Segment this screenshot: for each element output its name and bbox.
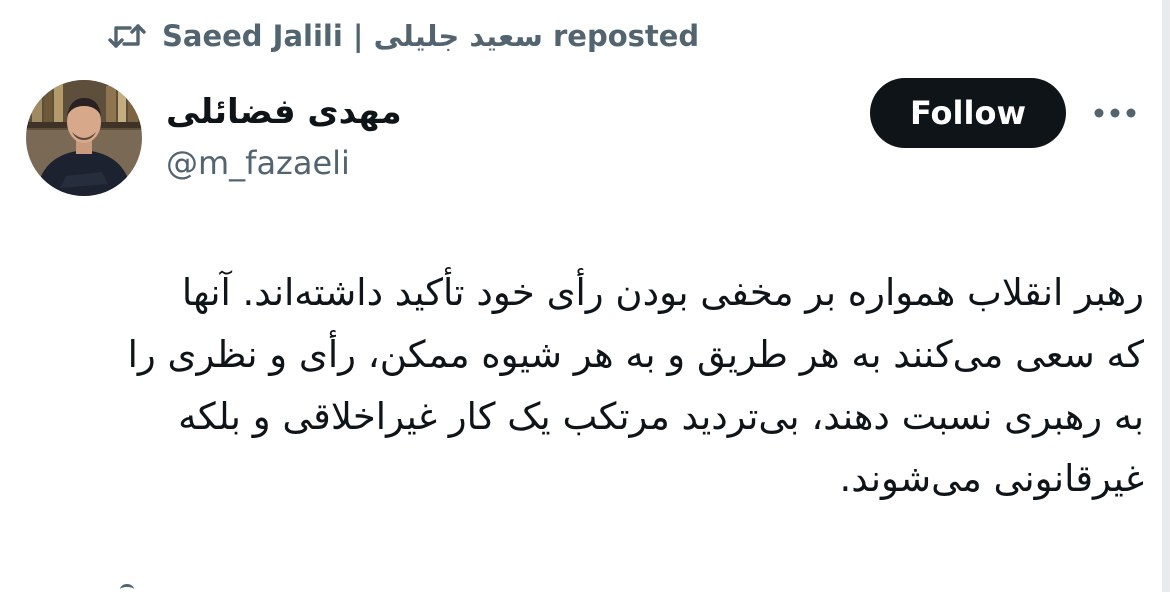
tweet-line: غیرقانونی می‌شوند.	[839, 457, 1144, 500]
tweet-line: به رهبری نسبت دهند، بی‌تردید مرتکب یک کا…	[178, 395, 1144, 438]
tweet-text: رهبر انقلاب همواره بر مخفی بودن رأی خود …	[44, 262, 1144, 510]
repost-indicator[interactable]: Saeed Jalili | سعید جلیلی reposted	[108, 14, 699, 58]
author-handle[interactable]: @m_fazaeli	[166, 142, 350, 184]
tweet-line: رهبر انقلاب همواره بر مخفی بودن رأی خود …	[181, 271, 1144, 314]
cropped-icon-fragment	[120, 584, 134, 595]
repost-text[interactable]: Saeed Jalili | سعید جلیلی reposted	[162, 19, 699, 53]
author-display-name[interactable]: مهدی فضائلی	[166, 90, 402, 134]
follow-button[interactable]: Follow	[870, 78, 1066, 148]
avatar[interactable]	[26, 80, 142, 196]
repost-icon	[108, 20, 148, 52]
more-dots-icon[interactable]	[1090, 98, 1140, 128]
tweet-line: که سعی می‌کنند به هر طریق و به هر شیوه م…	[127, 333, 1144, 376]
window-edge	[1162, 0, 1170, 592]
